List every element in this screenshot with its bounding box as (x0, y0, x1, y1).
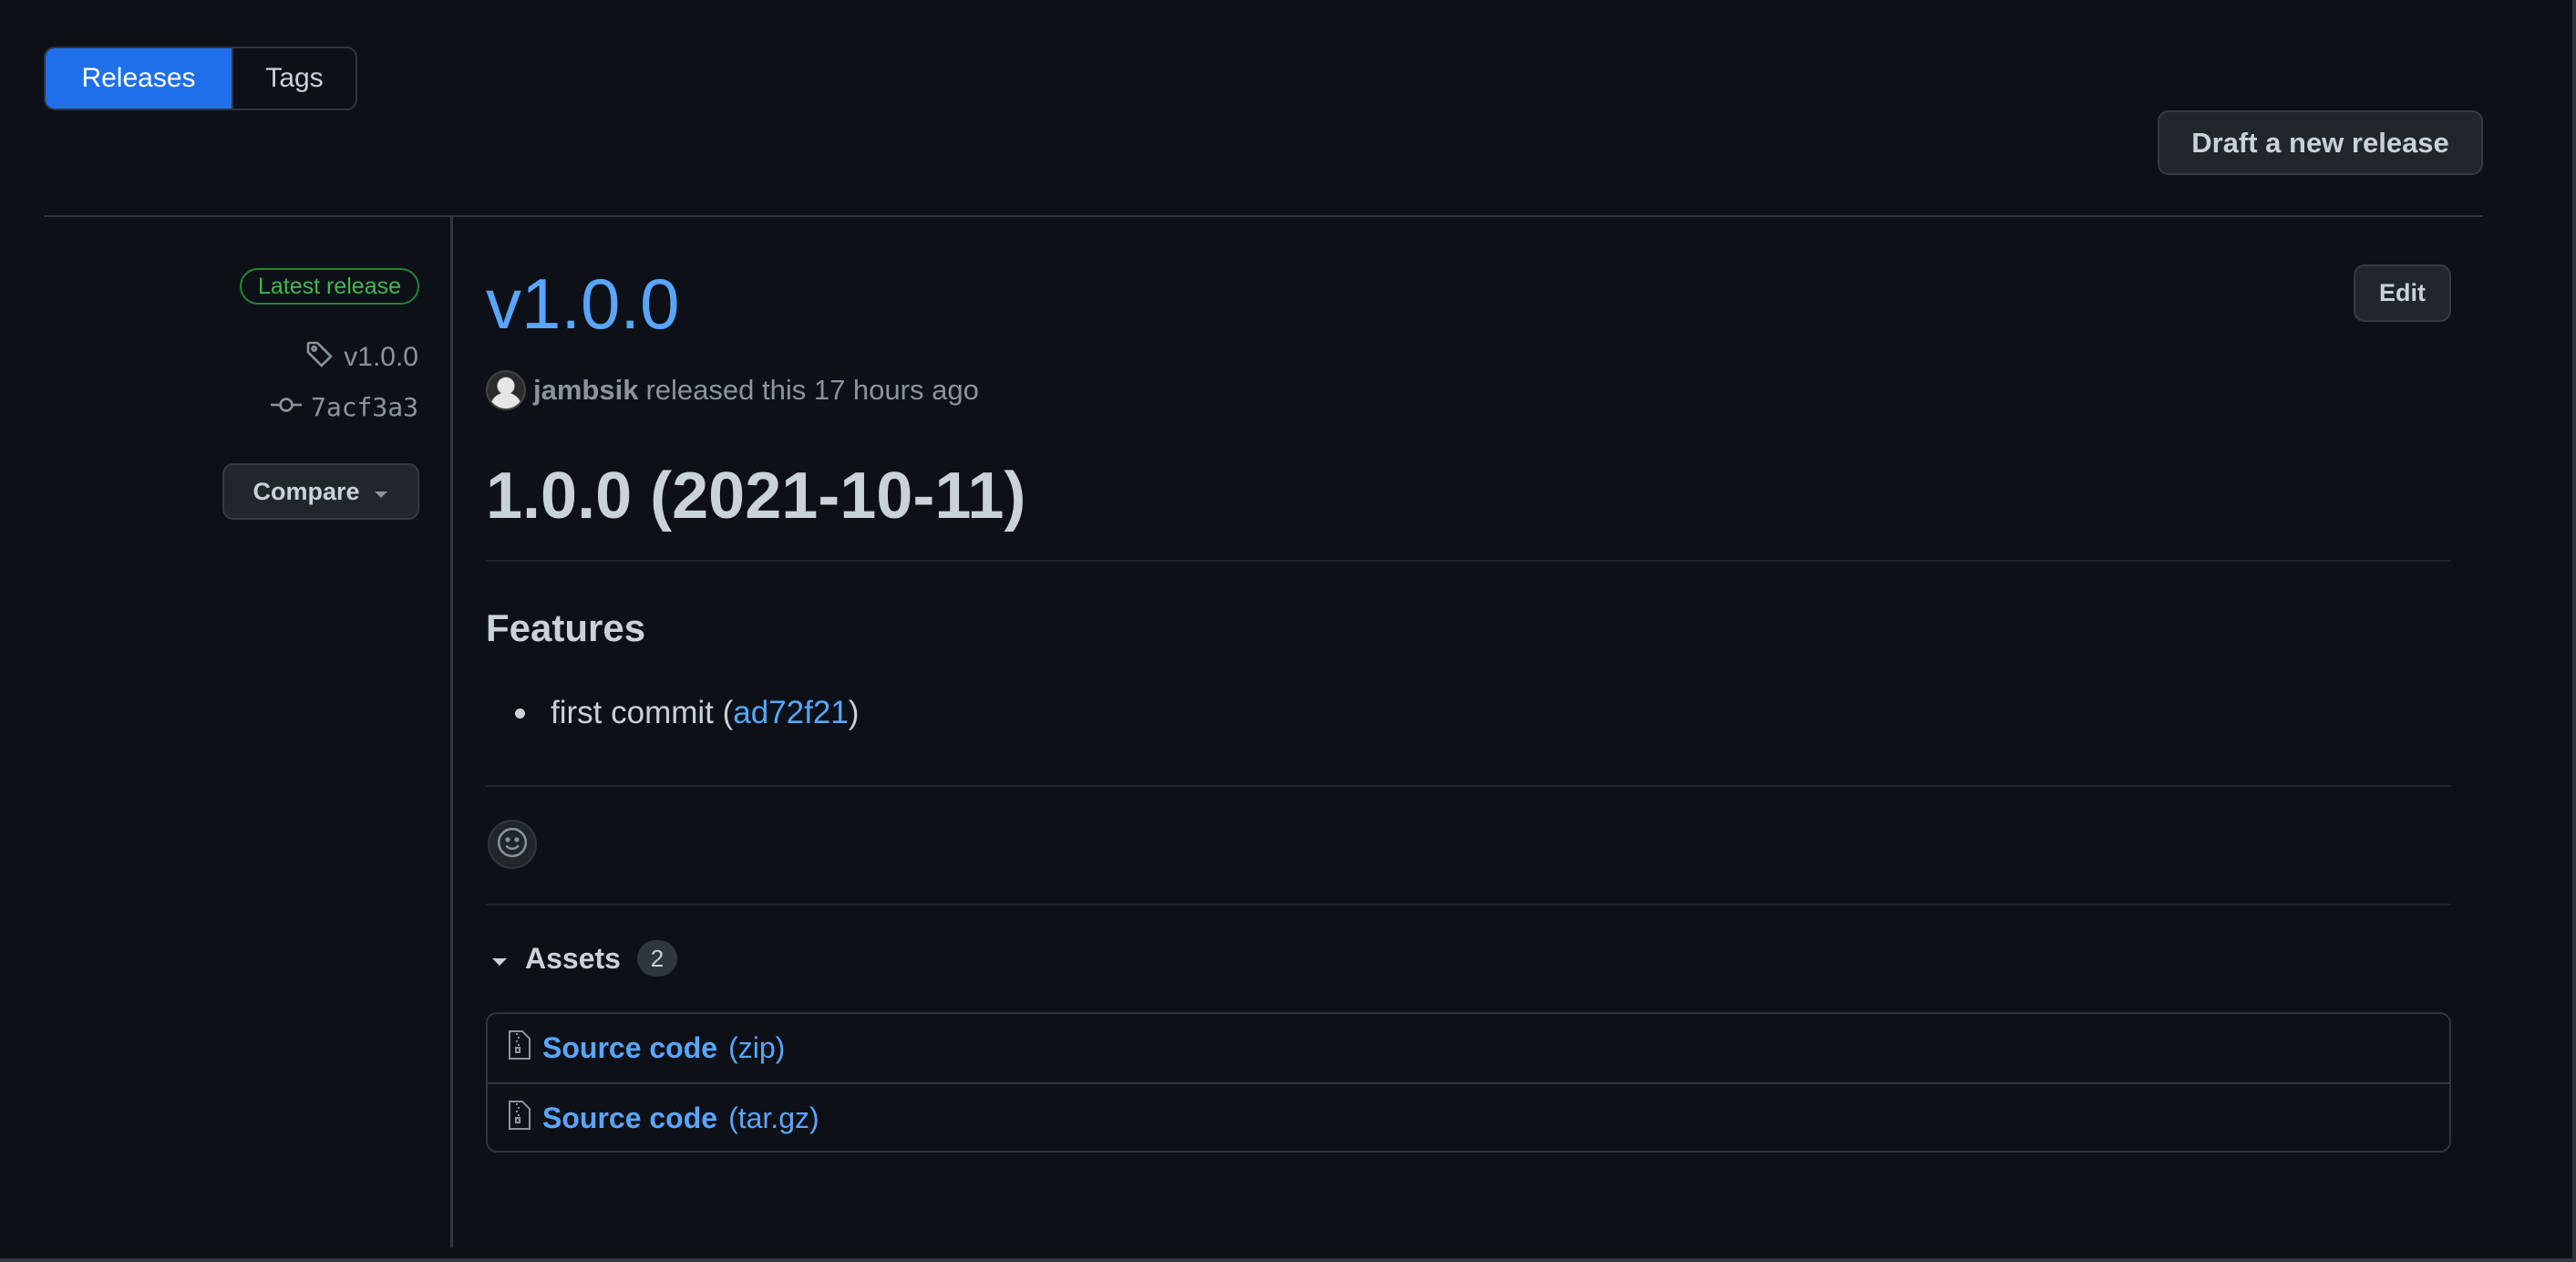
smiley-icon (496, 826, 529, 864)
triangle-down-icon (490, 942, 509, 976)
asset-row-zip[interactable]: Source code (zip) (488, 1014, 2449, 1082)
draft-release-button[interactable]: Draft a new release (2158, 110, 2483, 175)
asset-name: Source code (542, 1031, 718, 1064)
asset-row-targz[interactable]: Source code (tar.gz) (488, 1082, 2449, 1153)
tag-icon (305, 339, 335, 376)
git-commit-icon (270, 392, 302, 422)
item-close: ) (848, 695, 860, 730)
reactions-divider (486, 904, 2451, 905)
assets-toggle[interactable]: Assets 2 (490, 940, 677, 977)
edit-button[interactable]: Edit (2354, 264, 2451, 322)
assets-label: Assets (525, 941, 621, 975)
release-title-link[interactable]: v1.0.0 (486, 268, 679, 339)
window-edge-bottom (0, 1258, 2576, 1262)
tab-tags[interactable]: Tags (232, 48, 355, 109)
header-divider (44, 215, 2483, 217)
commit-link[interactable]: ad72f21 (733, 695, 849, 731)
tab-releases[interactable]: Releases (46, 48, 232, 109)
release-commit[interactable]: 7acf3a3 (270, 392, 418, 422)
latest-release-badge: Latest release (239, 268, 419, 305)
author-link[interactable]: jambsik (533, 374, 638, 407)
compare-label: Compare (252, 477, 360, 505)
triangle-down-icon (373, 478, 389, 506)
release-author-line: jambsik released this 17 hours ago (486, 370, 979, 410)
release-tag[interactable]: v1.0.0 (305, 339, 418, 376)
tag-label: v1.0.0 (344, 342, 418, 372)
bullet (515, 708, 525, 719)
add-reaction-button[interactable] (488, 820, 537, 869)
notes-divider (486, 785, 2451, 787)
list-item: first commit (ad72f21) (515, 695, 859, 731)
assets-count-badge: 2 (636, 940, 677, 977)
file-zip-icon (508, 1029, 531, 1068)
commit-sha: 7acf3a3 (310, 392, 418, 422)
heading-divider (486, 560, 2451, 562)
features-heading: Features (486, 606, 646, 649)
assets-list: Source code (zip) Source code (tar.gz) (486, 1012, 2451, 1153)
window-edge (2572, 0, 2576, 1262)
item-text: first commit ( (551, 695, 734, 730)
released-text: released this 17 hours ago (645, 374, 979, 406)
asset-ext: (zip) (728, 1031, 786, 1064)
asset-name: Source code (542, 1102, 718, 1134)
releases-page: Releases Tags Draft a new release Latest… (0, 0, 2576, 1262)
timeline-divider (450, 215, 453, 1247)
releases-tags-switch: Releases Tags (44, 47, 357, 110)
avatar[interactable] (486, 370, 526, 410)
compare-button[interactable]: Compare (222, 463, 419, 520)
file-zip-icon (508, 1100, 531, 1138)
release-notes-heading: 1.0.0 (2021-10-11) (486, 460, 1026, 533)
asset-ext: (tar.gz) (728, 1102, 819, 1134)
